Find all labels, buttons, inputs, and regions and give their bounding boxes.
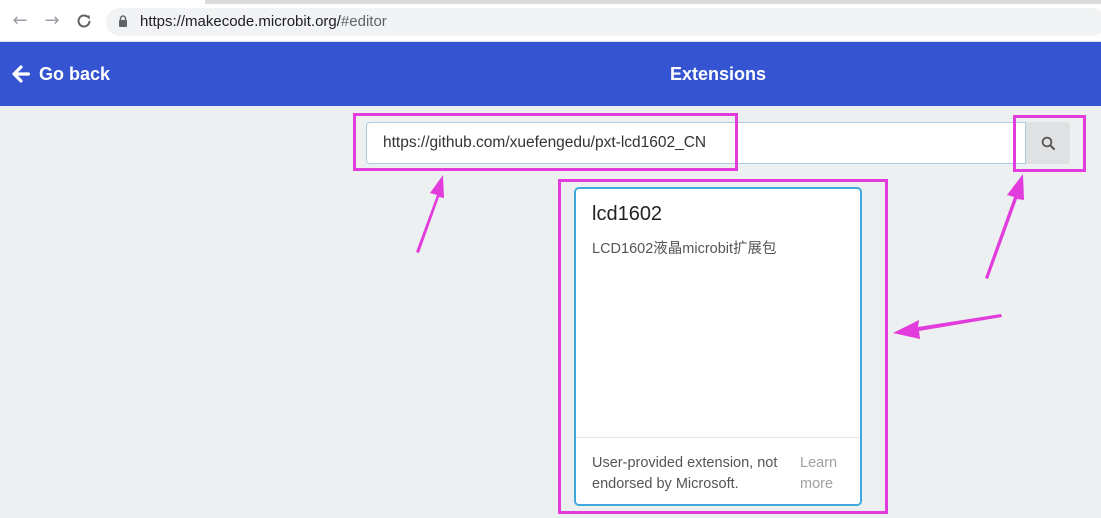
address-bar-url: https://makecode.microbit.org/#editor	[140, 13, 387, 30]
search-icon	[1041, 136, 1055, 150]
extension-description: LCD1602液晶microbit扩展包	[592, 241, 777, 257]
learn-more-link[interactable]: Learn more	[800, 453, 850, 495]
extension-title: lcd1602	[592, 203, 663, 225]
browser-toolbar: ← → https://makecode.microbit.org/#edito…	[0, 0, 1101, 42]
annotation-arrow-search	[985, 174, 1024, 279]
browser-tab-strip	[205, 0, 1101, 4]
go-back-label: Go back	[39, 63, 111, 84]
url-path: #editor	[340, 13, 387, 30]
url-host: https://makecode.microbit.org/	[140, 13, 341, 30]
extension-card[interactable]: lcd1602 LCD1602液晶microbit扩展包 User-provid…	[574, 187, 862, 506]
annotation-arrow-url	[416, 175, 444, 253]
lock-icon	[119, 15, 127, 27]
extension-card-footer: User-provided extension, not endorsed by…	[576, 437, 860, 504]
browser-back-icon[interactable]: ←	[10, 11, 30, 31]
extension-search-input[interactable]	[366, 122, 1026, 164]
extension-disclaimer: User-provided extension, not endorsed by…	[592, 455, 778, 492]
page-title: Extensions	[669, 64, 767, 84]
app-header: Go back Extensions	[0, 42, 1101, 106]
arrow-left-icon	[12, 65, 30, 83]
go-back-button[interactable]: Go back	[12, 62, 110, 86]
browser-forward-icon[interactable]: →	[42, 11, 62, 31]
search-button[interactable]	[1026, 122, 1070, 164]
browser-reload-icon[interactable]	[74, 11, 94, 31]
annotation-arrow-card	[893, 314, 1002, 339]
